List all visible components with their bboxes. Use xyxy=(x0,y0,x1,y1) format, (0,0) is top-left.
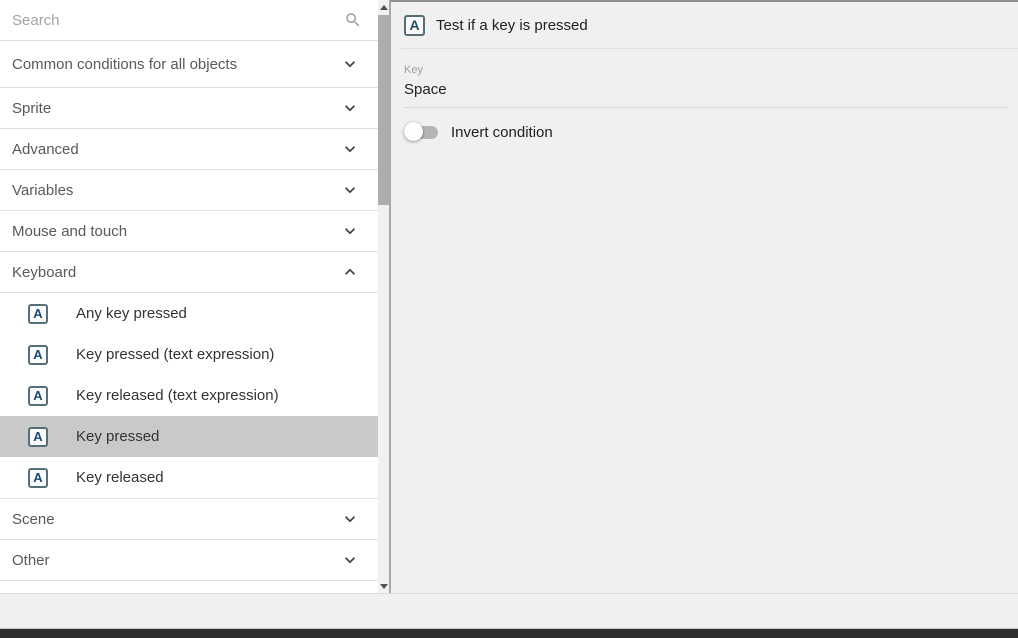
chevron-down-icon xyxy=(340,221,360,241)
chevron-up-icon xyxy=(340,262,360,282)
category-label: Sprite xyxy=(12,100,51,117)
sidebar-category-common-conditions[interactable]: Common conditions for all objects xyxy=(0,41,378,88)
category-label: Common conditions for all objects xyxy=(12,56,237,73)
category-label: Variables xyxy=(12,182,73,199)
header-divider xyxy=(401,48,1018,49)
scrollbar-up-button[interactable] xyxy=(378,0,389,15)
sidebar-category-variables[interactable]: Variables xyxy=(0,170,378,211)
category-label: Other xyxy=(12,552,50,569)
key-field-value[interactable]: Space xyxy=(404,81,1008,108)
sidebar-scrollbar[interactable] xyxy=(378,0,389,593)
keyboard-key-icon: A xyxy=(28,386,48,406)
category-label: Mouse and touch xyxy=(12,223,127,240)
list-item-key-released-text-expression[interactable]: A Key released (text expression) xyxy=(0,375,378,416)
search-icon xyxy=(344,11,362,29)
sidebar-category-other[interactable]: Other xyxy=(0,540,378,581)
list-item-any-key-pressed[interactable]: A Any key pressed xyxy=(0,293,378,334)
keyboard-key-icon: A xyxy=(28,468,48,488)
category-label: Advanced xyxy=(12,141,79,158)
arrow-up-icon xyxy=(380,5,388,10)
condition-detail-panel: A Test if a key is pressed Key Space Inv… xyxy=(391,0,1018,628)
keyboard-key-icon: A xyxy=(28,304,48,324)
item-label: Any key pressed xyxy=(76,305,187,322)
item-label: Key released xyxy=(76,469,164,486)
chevron-down-icon xyxy=(340,180,360,200)
invert-condition-row: Invert condition xyxy=(404,122,1018,142)
sidebar-category-scene[interactable]: Scene xyxy=(0,499,378,540)
sidebar-category-keyboard[interactable]: Keyboard xyxy=(0,252,378,293)
category-label: Scene xyxy=(12,511,55,528)
category-label: Keyboard xyxy=(12,264,76,281)
sidebar-category-mouse-and-touch[interactable]: Mouse and touch xyxy=(0,211,378,252)
scrollbar-down-button[interactable] xyxy=(378,578,389,593)
toggle-thumb xyxy=(404,122,423,141)
arrow-down-icon xyxy=(380,584,388,589)
sidebar-category-advanced[interactable]: Advanced xyxy=(0,129,378,170)
list-item-key-released[interactable]: A Key released xyxy=(0,457,378,498)
item-label: Key released (text expression) xyxy=(76,387,279,404)
list-item-key-pressed[interactable]: A Key pressed xyxy=(0,416,378,457)
chevron-down-icon xyxy=(340,139,360,159)
chevron-down-icon xyxy=(340,550,360,570)
keyboard-key-icon: A xyxy=(28,345,48,365)
dialog-footer xyxy=(0,593,1018,628)
panel-separator xyxy=(389,0,391,593)
condition-header: A Test if a key is pressed xyxy=(391,2,1018,48)
chevron-down-icon xyxy=(340,98,360,118)
key-field: Key Space xyxy=(404,64,1008,108)
window-bottom-edge xyxy=(0,628,1018,638)
invert-condition-label: Invert condition xyxy=(451,124,553,141)
item-label: Key pressed xyxy=(76,428,159,445)
invert-condition-toggle[interactable] xyxy=(404,122,440,142)
condition-editor-dialog: A Test if a key is pressed Key Space Inv… xyxy=(0,0,1018,638)
conditions-sidebar: Common conditions for all objects Sprite… xyxy=(0,0,378,593)
search-bar xyxy=(0,0,378,41)
scrollbar-thumb[interactable] xyxy=(378,15,389,205)
chevron-down-icon xyxy=(340,54,360,74)
sidebar-category-sprite[interactable]: Sprite xyxy=(0,88,378,129)
keyboard-key-icon: A xyxy=(404,15,425,36)
condition-title: Test if a key is pressed xyxy=(436,17,588,34)
list-item-key-pressed-text-expression[interactable]: A Key pressed (text expression) xyxy=(0,334,378,375)
keyboard-items-group: A Any key pressed A Key pressed (text ex… xyxy=(0,293,378,499)
key-field-label: Key xyxy=(404,64,1008,76)
chevron-down-icon xyxy=(340,509,360,529)
search-input[interactable] xyxy=(12,12,344,29)
keyboard-key-icon: A xyxy=(28,427,48,447)
item-label: Key pressed (text expression) xyxy=(76,346,274,363)
